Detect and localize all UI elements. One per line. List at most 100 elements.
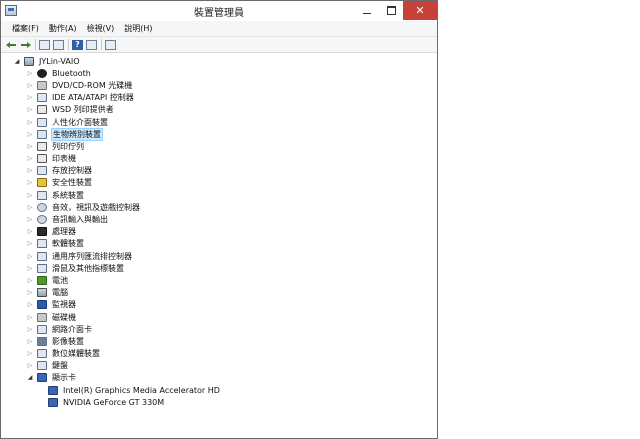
- tree-category[interactable]: ▷ WSD 列印提供者: [1, 104, 437, 116]
- bluetooth-icon: [37, 68, 47, 78]
- expand-icon[interactable]: ▷: [26, 216, 34, 223]
- tree-category[interactable]: ▷ Bluetooth: [1, 67, 437, 79]
- collapse-icon[interactable]: ◢: [13, 58, 21, 65]
- network-icon: [37, 324, 47, 334]
- expand-icon[interactable]: ▷: [26, 106, 34, 113]
- computer-icon: [37, 288, 47, 298]
- expand-icon[interactable]: ▷: [26, 192, 34, 199]
- console-icon[interactable]: [53, 39, 64, 50]
- tree-category[interactable]: ▷ 軟體裝置: [1, 238, 437, 250]
- scan-icon[interactable]: [105, 39, 116, 50]
- audio-icon: [37, 215, 47, 225]
- tree-device-nvidia[interactable]: NVIDIA GeForce GT 330M: [1, 396, 437, 408]
- disk-icon: [37, 312, 47, 322]
- menu-help[interactable]: 說明(H): [119, 23, 157, 34]
- tree-category[interactable]: ▷ 監視器: [1, 299, 437, 311]
- tree-category[interactable]: ▷ 磁碟機: [1, 311, 437, 323]
- expand-icon[interactable]: ▷: [26, 131, 34, 138]
- tree-device-intel-gma[interactable]: Intel(R) Graphics Media Accelerator HD: [1, 384, 437, 396]
- tree-category[interactable]: ▷ 人性化介面裝置: [1, 116, 437, 128]
- sound-icon: [37, 202, 47, 212]
- tree-category-label: 系統裝置: [52, 190, 84, 200]
- title-bar[interactable]: 裝置管理員 ✕: [1, 1, 437, 22]
- monitor-icon: [37, 300, 47, 310]
- collapse-icon[interactable]: ◢: [26, 374, 34, 381]
- expand-icon[interactable]: ▷: [26, 289, 34, 296]
- tree-category-label: 處理器: [52, 227, 76, 237]
- tree-category[interactable]: ▷ 安全性裝置: [1, 177, 437, 189]
- display-adapter-icon: [37, 373, 47, 383]
- tree-category-label: 鍵盤: [52, 361, 68, 371]
- software-device-icon: [37, 239, 47, 249]
- menu-action[interactable]: 動作(A): [44, 23, 82, 34]
- tree-category-label: DVD/CD-ROM 光碟機: [52, 80, 133, 90]
- expand-icon[interactable]: ▷: [26, 314, 34, 321]
- toolbar-separator: [35, 39, 36, 50]
- tree-category-label: 音訊輸入與輸出: [52, 215, 108, 225]
- tree-category-display-adapters[interactable]: ◢ 顯示卡: [1, 372, 437, 384]
- minimize-button[interactable]: [355, 1, 379, 20]
- expand-icon[interactable]: ▷: [26, 265, 34, 272]
- back-arrow-icon[interactable]: [6, 40, 17, 50]
- system-icon: [37, 190, 47, 200]
- expand-icon[interactable]: ▷: [26, 179, 34, 186]
- expand-icon[interactable]: ▷: [26, 362, 34, 369]
- tree-category[interactable]: ▷ 系統裝置: [1, 189, 437, 201]
- tree-category-label: 生物辨別裝置: [51, 127, 103, 141]
- forward-arrow-icon[interactable]: [20, 40, 31, 50]
- help-icon[interactable]: ?: [72, 39, 83, 50]
- toolbar: ?: [1, 37, 437, 53]
- expand-icon[interactable]: ▷: [26, 228, 34, 235]
- expand-icon[interactable]: ▷: [26, 70, 34, 77]
- expand-icon[interactable]: ▷: [26, 253, 34, 260]
- expand-icon[interactable]: ▷: [26, 94, 34, 101]
- tree-category-label: 數位媒體裝置: [52, 349, 100, 359]
- hid-icon: [37, 117, 47, 127]
- close-button[interactable]: ✕: [403, 1, 437, 20]
- tree-root[interactable]: ◢ JYLin-VAIO: [1, 55, 437, 67]
- tree-category[interactable]: ▷ IDE ATA/ATAPI 控制器: [1, 92, 437, 104]
- expand-icon[interactable]: ▷: [26, 301, 34, 308]
- tree-category-label: 音效，視訊及遊戲控制器: [52, 202, 140, 212]
- tree-category[interactable]: ▷ 電池: [1, 274, 437, 286]
- menu-bar: 檔案(F) 動作(A) 檢視(V) 說明(H): [1, 21, 437, 37]
- tree-category[interactable]: ▷ 印表機: [1, 153, 437, 165]
- tree-category-label: 監視器: [52, 300, 76, 310]
- tree-category-label: 滑鼠及其他指標裝置: [52, 263, 124, 273]
- tree-category[interactable]: ▷ 存放控制器: [1, 165, 437, 177]
- expand-icon[interactable]: ▷: [26, 277, 34, 284]
- expand-icon[interactable]: ▷: [26, 119, 34, 126]
- expand-icon[interactable]: ▷: [26, 155, 34, 162]
- media-icon: [37, 349, 47, 359]
- expand-icon[interactable]: ▷: [26, 204, 34, 211]
- tree-category[interactable]: ▷ 處理器: [1, 226, 437, 238]
- tree-category-label: 磁碟機: [52, 312, 76, 322]
- close-icon: ✕: [415, 4, 425, 17]
- tree-category[interactable]: ▷ 影像裝置: [1, 335, 437, 347]
- tree-category[interactable]: ▷ 音效，視訊及遊戲控制器: [1, 201, 437, 213]
- expand-icon[interactable]: ▷: [26, 326, 34, 333]
- expand-icon[interactable]: ▷: [26, 143, 34, 150]
- maximize-button[interactable]: [379, 1, 403, 20]
- tree-category[interactable]: ▷ 生物辨別裝置: [1, 127, 437, 141]
- tree-category[interactable]: ▷ 通用序列匯流排控制器: [1, 250, 437, 262]
- expand-icon[interactable]: ▷: [26, 240, 34, 247]
- battery-icon: [37, 275, 47, 285]
- view-icon[interactable]: [86, 39, 97, 50]
- tree-category[interactable]: ▷ 鍵盤: [1, 360, 437, 372]
- tree-device-label: Intel(R) Graphics Media Accelerator HD: [63, 385, 220, 395]
- properties-icon[interactable]: [39, 39, 50, 50]
- tree-category[interactable]: ▷ DVD/CD-ROM 光碟機: [1, 79, 437, 91]
- expand-icon[interactable]: ▷: [26, 338, 34, 345]
- tree-category[interactable]: ▷ 列印佇列: [1, 140, 437, 152]
- tree-category[interactable]: ▷ 滑鼠及其他指標裝置: [1, 262, 437, 274]
- tree-category[interactable]: ▷ 音訊輸入與輸出: [1, 213, 437, 225]
- tree-category[interactable]: ▷ 網路介面卡: [1, 323, 437, 335]
- expand-icon[interactable]: ▷: [26, 82, 34, 89]
- tree-category[interactable]: ▷ 數位媒體裝置: [1, 348, 437, 360]
- expand-icon[interactable]: ▷: [26, 350, 34, 357]
- expand-icon[interactable]: ▷: [26, 167, 34, 174]
- menu-file[interactable]: 檔案(F): [7, 23, 44, 34]
- tree-category[interactable]: ▷ 電腦: [1, 287, 437, 299]
- menu-view[interactable]: 檢視(V): [82, 23, 120, 34]
